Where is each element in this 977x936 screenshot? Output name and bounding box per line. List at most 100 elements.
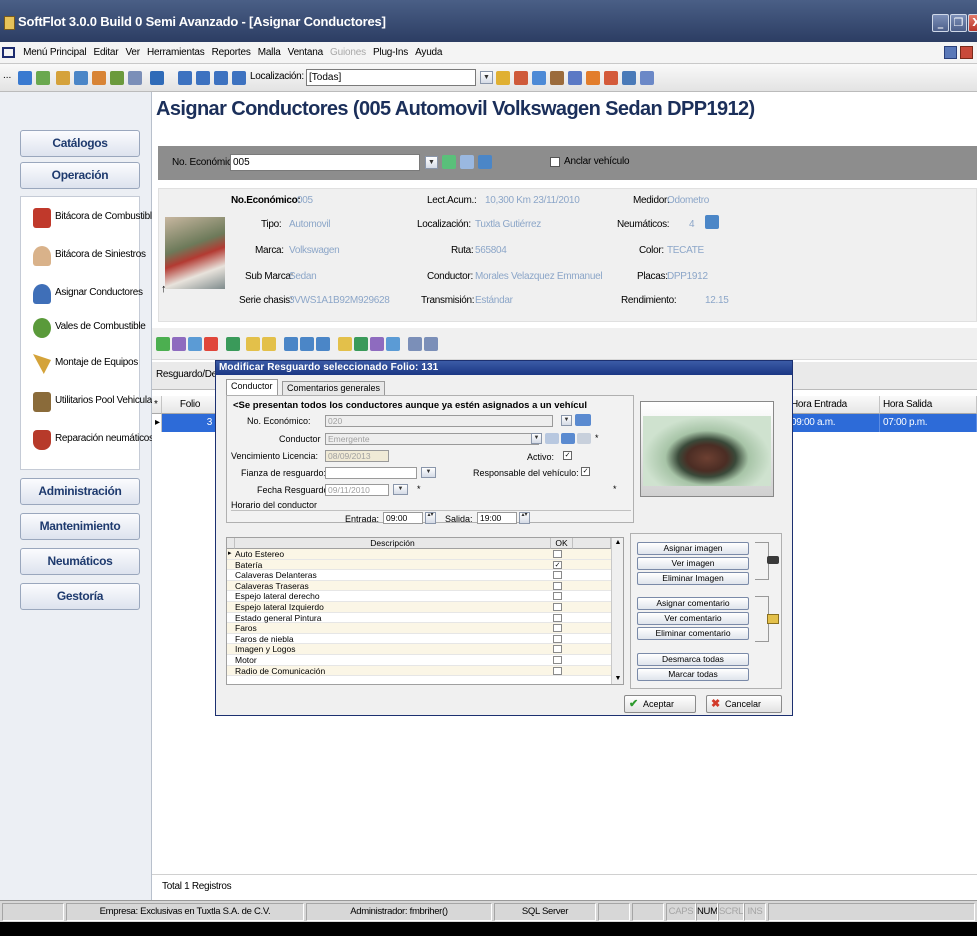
- tile-vertical-icon[interactable]: [214, 71, 228, 85]
- menu-ventana[interactable]: Ventana: [286, 42, 325, 64]
- checklist-row[interactable]: Espejo lateral Izquierdo: [227, 602, 611, 613]
- people-icon[interactable]: [36, 71, 50, 85]
- activo-checkbox[interactable]: ✓: [563, 451, 572, 460]
- ver-imagen-button[interactable]: Ver imagen: [637, 557, 749, 570]
- folder-icon[interactable]: [338, 337, 352, 351]
- checklist-row[interactable]: Faros de niebla: [227, 634, 611, 645]
- grid-cell-hora-salida[interactable]: 07:00 p.m.: [880, 414, 977, 432]
- restore-button[interactable]: ❐: [950, 14, 967, 32]
- tab-comentarios[interactable]: Comentarios generales: [282, 381, 386, 396]
- fianza-field[interactable]: [325, 467, 417, 479]
- sort-desc-icon[interactable]: [316, 337, 330, 351]
- scroll-up-icon[interactable]: ▲: [612, 538, 623, 548]
- responsable-checkbox[interactable]: ✓: [581, 467, 590, 476]
- checklist-row[interactable]: Motor: [227, 655, 611, 666]
- checklist-row[interactable]: Espejo lateral derecho: [227, 591, 611, 602]
- box-icon[interactable]: [550, 71, 564, 85]
- menu-ayuda[interactable]: Ayuda: [413, 42, 444, 64]
- cascade-icon[interactable]: [232, 71, 246, 85]
- sidebar-item-montaje-equipos[interactable]: Montaje de Equipos: [21, 349, 141, 379]
- star-icon[interactable]: [496, 71, 510, 85]
- checklist-ok-checkbox[interactable]: [553, 613, 562, 622]
- noeco-field[interactable]: 020: [325, 415, 553, 427]
- menu-principal[interactable]: Menú Principal: [21, 42, 88, 64]
- checklist-row[interactable]: Radio de Comunicación: [227, 665, 611, 677]
- sidebar-item-vales-combustible[interactable]: Vales de Combustible: [21, 313, 146, 343]
- close-button[interactable]: X: [968, 14, 977, 32]
- grid-header-hora-salida[interactable]: Hora Salida: [880, 396, 977, 414]
- entrada-field[interactable]: 09:00: [383, 512, 423, 524]
- checklist-ok-checkbox[interactable]: [553, 581, 562, 590]
- chart-icon[interactable]: [92, 71, 106, 85]
- checklist-row[interactable]: Estado general Pintura: [227, 613, 611, 624]
- report-icon[interactable]: [74, 71, 88, 85]
- checklist-row[interactable]: Calaveras Delanteras: [227, 570, 611, 581]
- sidebar-item-asignar-conductores[interactable]: Asignar Conductores: [21, 279, 143, 309]
- nav-gestoria[interactable]: Gestoría: [20, 583, 140, 610]
- menu-herramientas[interactable]: Herramientas: [145, 42, 207, 64]
- checklist-row[interactable]: Calaveras Traseras: [227, 580, 611, 592]
- menu-malla[interactable]: Malla: [256, 42, 283, 64]
- window-icon[interactable]: [178, 71, 192, 85]
- nav-mantenimiento[interactable]: Mantenimiento: [20, 513, 140, 540]
- view-icon[interactable]: [188, 337, 202, 351]
- scroll-down-icon[interactable]: ▼: [612, 674, 623, 684]
- conductor-field[interactable]: Emergente: [325, 433, 539, 445]
- checklist-ok-checkbox[interactable]: [553, 624, 562, 633]
- help-icon[interactable]: [586, 71, 600, 85]
- checklist-row[interactable]: Batería ✓: [227, 559, 611, 571]
- asignar-comentario-button[interactable]: Asignar comentario: [637, 597, 749, 610]
- document-icon[interactable]: [56, 71, 70, 85]
- chevron-down-icon[interactable]: ▼: [480, 71, 493, 84]
- nav-catalogos[interactable]: Catálogos: [20, 130, 140, 157]
- delete-icon[interactable]: [204, 337, 218, 351]
- exit-icon[interactable]: [640, 71, 654, 85]
- checklist-ok-checkbox[interactable]: [553, 603, 562, 611]
- filter-icon[interactable]: [577, 433, 591, 444]
- menu-reportes[interactable]: Reportes: [210, 42, 253, 64]
- tile-horizontal-icon[interactable]: [196, 71, 210, 85]
- checklist-row[interactable]: ▸ Auto Estereo: [227, 549, 611, 560]
- fecha-field[interactable]: 09/11/2010: [325, 484, 389, 496]
- location-select[interactable]: [Todas]: [306, 69, 476, 86]
- menu-plugins[interactable]: Plug-Ins: [371, 42, 410, 64]
- nav-operacion[interactable]: Operación: [20, 162, 140, 189]
- asignar-imagen-button[interactable]: Asignar imagen: [637, 542, 749, 555]
- paste-icon[interactable]: [262, 337, 276, 351]
- copy-icon[interactable]: [246, 337, 260, 351]
- flag-icon[interactable]: [604, 71, 618, 85]
- checklist-ok-checkbox[interactable]: [553, 592, 562, 601]
- print-icon[interactable]: [128, 71, 142, 85]
- grid-header-folio[interactable]: Folio: [162, 396, 216, 414]
- table-icon[interactable]: [575, 414, 591, 426]
- chevron-down-icon[interactable]: ▼: [561, 415, 572, 426]
- salida-field[interactable]: 19:00: [477, 512, 517, 524]
- grid-cell-folio[interactable]: 3: [162, 414, 216, 432]
- checklist-ok-checkbox[interactable]: [553, 550, 562, 558]
- sidebar-item-utilitarios[interactable]: Utilitarios Pool Vehicular: [21, 387, 155, 417]
- eliminar-comentario-button[interactable]: Eliminar comentario: [637, 627, 749, 640]
- filter-icon[interactable]: [284, 337, 298, 351]
- add-icon[interactable]: [156, 337, 170, 351]
- chevron-down-icon[interactable]: ▼: [531, 433, 542, 444]
- tire-detail-icon[interactable]: [705, 215, 719, 229]
- checklist-scrollbar[interactable]: ▲ ▼: [611, 538, 623, 684]
- chevron-down-icon[interactable]: ▼: [421, 467, 436, 478]
- globe-icon[interactable]: [568, 71, 582, 85]
- ver-comentario-button[interactable]: Ver comentario: [637, 612, 749, 625]
- list-icon[interactable]: [532, 71, 546, 85]
- checklist-ok-checkbox[interactable]: [553, 571, 562, 580]
- checklist-row[interactable]: Imagen y Logos: [227, 644, 611, 655]
- tool-icon[interactable]: [110, 71, 124, 85]
- checklist-ok-checkbox[interactable]: [553, 656, 562, 664]
- desmarca-todas-button[interactable]: Desmarca todas: [637, 653, 749, 666]
- print-grid-icon[interactable]: [408, 337, 422, 351]
- refresh-icon[interactable]: [442, 155, 456, 169]
- cancelar-button[interactable]: ✖ Cancelar: [706, 695, 782, 713]
- calendar-icon[interactable]: [478, 155, 492, 169]
- checklist-ok-checkbox[interactable]: ✓: [553, 560, 562, 569]
- grid-icon[interactable]: [150, 71, 164, 85]
- tab-conductor[interactable]: Conductor: [226, 379, 278, 396]
- grid-header-hora-entrada[interactable]: Hora Entrada: [788, 396, 880, 414]
- checklist-ok-checkbox[interactable]: [553, 645, 562, 654]
